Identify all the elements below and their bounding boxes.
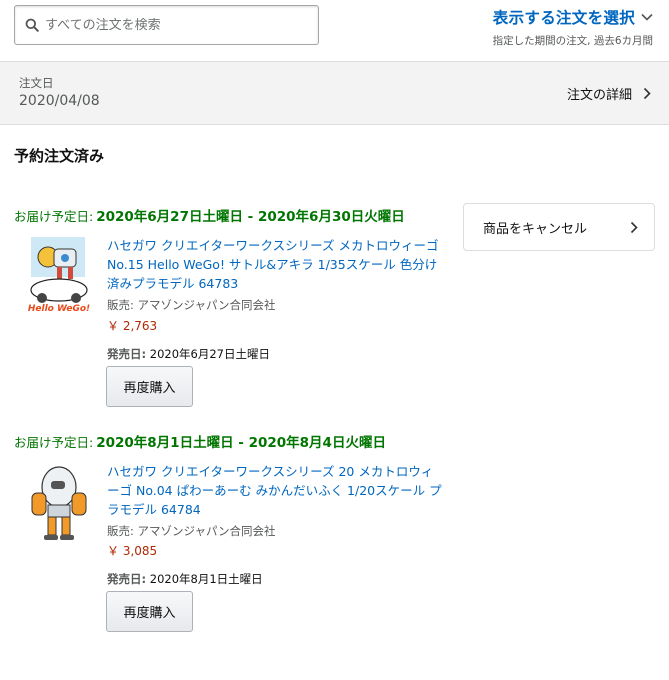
seller-text: 販売: アマゾンジャパン合同会社 (107, 524, 276, 538)
order-status-heading: 予約注文済み (14, 147, 105, 165)
order-date-value: 2020/04/08 (19, 93, 100, 109)
product-title-link[interactable]: ハセガワ クリエイターワークスシリーズ メカトロウィーゴ No.15 Hello… (107, 236, 442, 293)
search-icon (25, 18, 39, 32)
delivery-date: 2020年8月1日土曜日 - 2020年8月4日火曜日 (96, 435, 386, 451)
release-date-value: 2020年6月27日土曜日 (149, 347, 270, 361)
delivery-estimate: お届け予定日: 2020年6月27日土曜日 - 2020年6月30日火曜日 (14, 205, 405, 225)
order-details-link[interactable]: 注文の詳細 (567, 84, 651, 103)
delivery-label: お届け予定日: (14, 209, 94, 224)
product-title-link[interactable]: ハセガワ クリエイターワークスシリーズ 20 メカトロウィーゴ No.04 ぱわ… (107, 462, 442, 519)
search-input[interactable] (45, 17, 305, 33)
order-date-label: 注文日 (19, 76, 54, 90)
delivery-label: お届け予定日: (14, 435, 94, 450)
product-thumbnail[interactable] (26, 459, 88, 541)
release-date-label: 発売日: (107, 347, 147, 361)
chevron-right-icon (630, 221, 638, 233)
filter-title[interactable]: 表示する注文を選択 (493, 6, 635, 28)
product-logo-text: Hello WeGo! (28, 304, 90, 314)
delivery-date: 2020年6月27日土曜日 - 2020年6月30日火曜日 (96, 209, 405, 225)
product-thumbnail[interactable]: Hello WeGo! (28, 235, 90, 317)
product-price: ￥ 3,085 (107, 544, 158, 558)
search-box[interactable] (14, 5, 319, 45)
buy-again-button[interactable]: 再度購入 (106, 591, 193, 632)
cancel-item-button[interactable]: 商品をキャンセル (463, 203, 655, 251)
chevron-down-icon (641, 13, 653, 21)
product-image: Hello WeGo! (28, 237, 90, 314)
release-date-value: 2020年8月1日土曜日 (149, 572, 263, 586)
release-date-label: 発売日: (107, 572, 147, 586)
buy-again-button[interactable]: 再度購入 (106, 366, 193, 407)
seller-text: 販売: アマゾンジャパン合同会社 (107, 298, 276, 312)
order-details-label[interactable]: 注文の詳細 (567, 84, 632, 103)
order-header: 注文日 2020/04/08 注文の詳細 (0, 61, 669, 125)
release-date: 発売日: 2020年8月1日土曜日 (107, 571, 263, 587)
release-date: 発売日: 2020年6月27日土曜日 (107, 346, 270, 362)
product-image (31, 466, 87, 540)
chevron-right-icon (643, 87, 651, 100)
delivery-estimate: お届け予定日: 2020年8月1日土曜日 - 2020年8月4日火曜日 (14, 431, 386, 451)
order-filter-dropdown[interactable]: 表示する注文を選択 指定した期間の注文, 過去6カ月間 (493, 6, 653, 48)
filter-subtitle: 指定した期間の注文, 過去6カ月間 (492, 35, 653, 47)
product-price: ￥ 2,763 (107, 319, 158, 333)
cancel-item-label[interactable]: 商品をキャンセル (483, 218, 587, 237)
